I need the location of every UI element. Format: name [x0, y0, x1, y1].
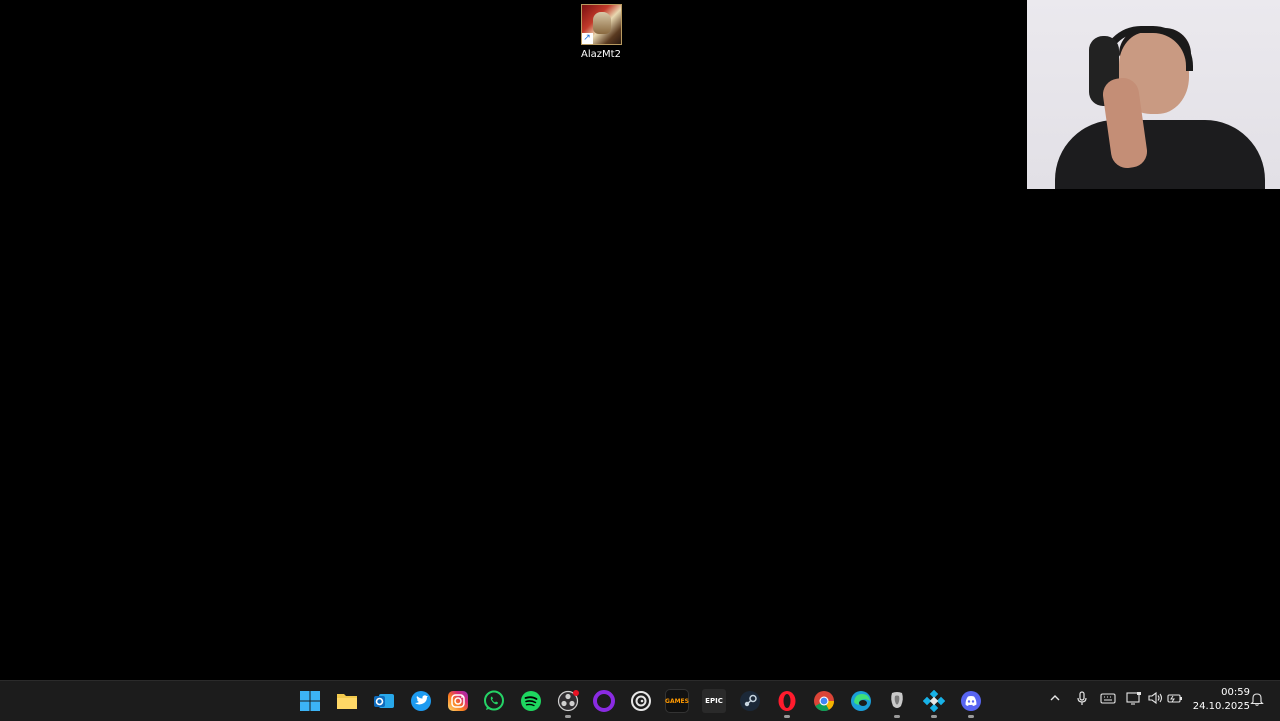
obs-running-indicator: [565, 715, 571, 718]
chrome-button[interactable]: [812, 689, 836, 713]
icon-art-face: [592, 12, 611, 34]
game-app-icon: [891, 692, 903, 708]
folder-icon: [337, 694, 357, 709]
clock-date: 24.10.2025: [1192, 701, 1250, 712]
amazon-games-icon: GAMES: [665, 697, 689, 705]
battery-icon[interactable]: [1167, 691, 1183, 707]
taskbar-clock[interactable]: 00:59 24.10.2025: [1190, 686, 1250, 714]
desktop-shortcut-alazmt2[interactable]: ↗ AlazMt2: [571, 4, 631, 60]
discord-running-indicator: [968, 715, 974, 718]
steam-button[interactable]: [738, 689, 762, 713]
amazon-games-button[interactable]: GAMES: [665, 689, 689, 713]
discord-icon: [961, 691, 981, 711]
outlook-icon: [374, 694, 394, 708]
edge-button[interactable]: [849, 689, 873, 713]
game-app-button[interactable]: [885, 689, 909, 713]
steam-icon: [740, 691, 760, 711]
network-icon[interactable]: [1126, 691, 1142, 707]
game-app-running-indicator: [894, 715, 900, 718]
instagram-button[interactable]: [446, 689, 470, 713]
opera-button[interactable]: [775, 689, 799, 713]
outlook-button[interactable]: [372, 689, 396, 713]
obs-button[interactable]: [556, 689, 580, 713]
file-explorer-button[interactable]: [335, 689, 359, 713]
instagram-icon: [448, 691, 468, 711]
volume-icon[interactable]: [1147, 691, 1163, 707]
start-button[interactable]: [298, 689, 322, 713]
webcam-person-shirt: [1055, 120, 1265, 189]
purple-app-button[interactable]: [592, 689, 616, 713]
discord-button[interactable]: [959, 689, 983, 713]
shortcut-arrow-icon: ↗: [581, 33, 593, 44]
opera-running-indicator: [784, 715, 790, 718]
opera-icon: [778, 691, 796, 711]
epic-games-button[interactable]: EPIC: [702, 689, 726, 713]
twitter-icon: [411, 691, 431, 711]
edge-icon: [851, 691, 871, 711]
obs-icon: [557, 690, 579, 712]
microphone-icon[interactable]: [1074, 691, 1090, 707]
epic-games-icon: EPIC: [705, 697, 723, 705]
spotify-icon: [521, 691, 541, 711]
kodi-button[interactable]: [922, 689, 946, 713]
whatsapp-icon: [484, 690, 504, 711]
ubisoft-icon: [631, 691, 651, 711]
spotify-button[interactable]: [519, 689, 543, 713]
webcam-feed: [1027, 0, 1280, 189]
windows-start-icon: [300, 691, 320, 711]
show-hidden-icons-chevron-icon[interactable]: [1047, 691, 1063, 707]
purple-circle-icon: [593, 690, 615, 712]
clock-time: 00:59: [1221, 687, 1250, 698]
kodi-running-indicator: [931, 715, 937, 718]
twitter-button[interactable]: [409, 689, 433, 713]
alazmt2-game-shortcut-icon: ↗: [580, 4, 622, 45]
ubisoft-connect-button[interactable]: [629, 689, 653, 713]
kodi-icon: [923, 690, 945, 712]
keyboard-icon[interactable]: [1100, 691, 1116, 707]
whatsapp-button[interactable]: [482, 689, 506, 713]
chrome-icon: [814, 691, 835, 712]
desktop-shortcut-label: AlazMt2: [581, 49, 621, 60]
notification-bell-icon[interactable]: [1249, 691, 1265, 707]
